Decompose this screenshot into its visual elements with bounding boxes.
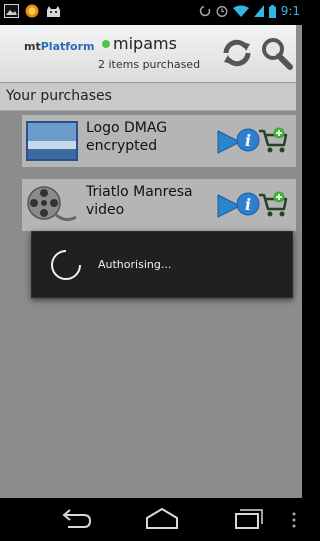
signal-icon bbox=[253, 5, 264, 17]
wifi-icon bbox=[232, 5, 249, 17]
navigation-bar bbox=[0, 498, 302, 541]
list-item[interactable]: Triatlo Manresa video i bbox=[22, 179, 296, 231]
svg-text:i: i bbox=[245, 195, 251, 214]
notification-icon bbox=[25, 4, 39, 18]
progress-dialog: Authorising... bbox=[31, 231, 293, 298]
app-logo: mtPlatform bbox=[24, 40, 95, 53]
status-bar: 9:1 bbox=[0, 0, 302, 25]
menu-icon[interactable] bbox=[290, 510, 298, 530]
info-icon[interactable]: i bbox=[236, 192, 260, 216]
alarm-icon bbox=[216, 6, 228, 17]
loading-spinner-icon bbox=[51, 249, 82, 280]
image-thumbnail bbox=[26, 121, 78, 161]
purchase-count: 2 items purchased bbox=[98, 58, 201, 71]
sync-icon bbox=[199, 5, 210, 17]
recent-apps-icon[interactable] bbox=[226, 506, 266, 532]
dialog-message: Authorising... bbox=[98, 258, 172, 271]
item-title: Triatlo Manresa video bbox=[86, 184, 193, 218]
film-reel-icon bbox=[27, 186, 77, 222]
item-title: Logo DMAG encrypted bbox=[86, 120, 168, 154]
online-status-icon bbox=[102, 40, 110, 48]
add-to-cart-icon[interactable] bbox=[258, 191, 288, 219]
add-to-cart-icon[interactable] bbox=[258, 127, 288, 155]
section-title: Your purchases bbox=[0, 83, 296, 111]
battery-icon bbox=[268, 4, 276, 18]
info-icon[interactable]: i bbox=[236, 128, 260, 152]
app-content: mtPlatform mipams 2 items purchased Your… bbox=[0, 25, 302, 498]
app-header: mtPlatform mipams 2 items purchased bbox=[0, 25, 296, 83]
svg-text:i: i bbox=[245, 131, 251, 150]
search-icon[interactable] bbox=[258, 35, 294, 71]
username: mipams bbox=[113, 34, 177, 53]
cat-icon bbox=[47, 5, 60, 17]
clock: 9:1 bbox=[280, 4, 300, 18]
gallery-icon bbox=[4, 4, 19, 18]
list-item[interactable]: Logo DMAG encrypted i bbox=[22, 115, 296, 167]
home-icon[interactable] bbox=[142, 506, 182, 532]
refresh-icon[interactable] bbox=[220, 36, 254, 70]
back-icon[interactable] bbox=[56, 506, 96, 532]
